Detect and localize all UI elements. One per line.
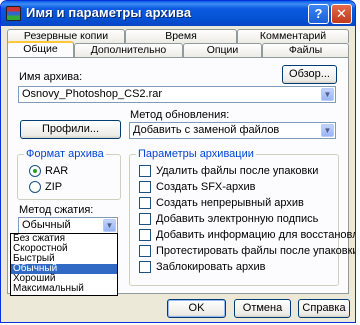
checkbox-label: Создать непрерывный архив — [156, 197, 304, 209]
checkbox-sfx[interactable]: Создать SFX-архив — [139, 181, 256, 193]
tab-advanced[interactable]: Дополнительно — [74, 43, 183, 57]
tab-time[interactable]: Время — [125, 29, 237, 43]
archive-format-title: Формат архива — [24, 148, 106, 160]
chevron-down-icon[interactable]: ▼ — [103, 219, 116, 232]
radio-zip[interactable]: ZIP — [29, 181, 62, 193]
checkbox-label: Добавить информацию для восстановления — [156, 229, 355, 241]
checkbox-recovery[interactable]: Добавить информацию для восстановления — [139, 229, 355, 241]
profiles-button[interactable]: Профили... — [20, 120, 121, 139]
tabs-front-row: Общие Дополнительно Опции Файлы — [7, 41, 349, 57]
close-button[interactable]: ✕ — [331, 4, 352, 24]
list-item[interactable]: Максимальный — [11, 284, 117, 294]
archive-dialog: Имя и параметры архива ? ✕ Резервные коп… — [0, 0, 356, 323]
radio-rar[interactable]: RAR — [29, 165, 68, 177]
checkbox-icon[interactable] — [139, 197, 151, 209]
checkbox-test[interactable]: Протестировать файлы после упаковки — [139, 245, 356, 257]
cancel-button[interactable]: Отмена — [234, 299, 291, 318]
window-title: Имя и параметры архива — [26, 5, 192, 20]
checkbox-icon[interactable] — [139, 213, 151, 225]
tab-general[interactable]: Общие — [7, 41, 74, 57]
title-bar[interactable]: Имя и параметры архива ? ✕ — [1, 1, 355, 26]
compression-label: Метод сжатия: — [19, 204, 94, 216]
compression-dropdown-list: Без сжатия Скоростной Быстрый Обычный Хо… — [10, 233, 118, 296]
checkbox-lock[interactable]: Заблокировать архив — [139, 261, 265, 273]
radio-rar-label: RAR — [45, 165, 69, 177]
archive-name-label: Имя архива: — [19, 71, 83, 83]
archive-params-title: Параметры архивации — [136, 148, 256, 160]
checkbox-delete-after[interactable]: Удалить файлы после упаковки — [139, 165, 318, 177]
tab-options[interactable]: Опции — [183, 43, 262, 57]
checkbox-signature[interactable]: Добавить электронную подпись — [139, 213, 318, 225]
tab-files[interactable]: Файлы — [262, 43, 349, 57]
chevron-down-icon[interactable]: ▼ — [321, 88, 334, 101]
archive-name-combobox[interactable]: Osnovy_Photoshop_CS2.rar ▼ — [18, 86, 336, 103]
checkbox-label: Удалить файлы после упаковки — [156, 165, 319, 177]
checkbox-label: Протестировать файлы после упаковки — [156, 245, 356, 257]
checkbox-icon[interactable] — [139, 245, 151, 257]
compression-value: Обычный — [22, 219, 71, 231]
browse-button[interactable]: Обзор... — [282, 65, 337, 84]
checkbox-icon[interactable] — [139, 181, 151, 193]
radio-unselected-icon[interactable] — [29, 181, 41, 193]
archive-name-value: Osnovy_Photoshop_CS2.rar — [22, 88, 163, 100]
archive-format-group: Формат архива — [17, 148, 121, 200]
radio-selected-icon[interactable] — [29, 165, 41, 177]
radio-zip-label: ZIP — [45, 181, 63, 193]
checkbox-solid[interactable]: Создать непрерывный архив — [139, 197, 304, 209]
checkbox-icon[interactable] — [139, 165, 151, 177]
update-method-value: Добавить с заменой файлов — [133, 124, 280, 136]
update-method-label: Метод обновления: — [130, 109, 230, 121]
update-method-select[interactable]: Добавить с заменой файлов ▼ — [129, 122, 336, 139]
checkbox-label: Заблокировать архив — [156, 261, 266, 273]
checkbox-icon[interactable] — [139, 261, 151, 273]
help-button[interactable]: Справка — [298, 299, 350, 318]
winrar-app-icon — [6, 6, 21, 21]
compression-select[interactable]: Обычный ▼ — [18, 217, 118, 234]
chevron-down-icon[interactable]: ▼ — [321, 124, 334, 137]
checkbox-icon[interactable] — [139, 229, 151, 241]
checkbox-label: Создать SFX-архив — [156, 181, 256, 193]
checkbox-label: Добавить электронную подпись — [156, 213, 319, 225]
help-title-button[interactable]: ? — [308, 4, 329, 24]
tab-comment[interactable]: Комментарий — [237, 29, 349, 43]
ok-button[interactable]: OK — [167, 299, 226, 318]
